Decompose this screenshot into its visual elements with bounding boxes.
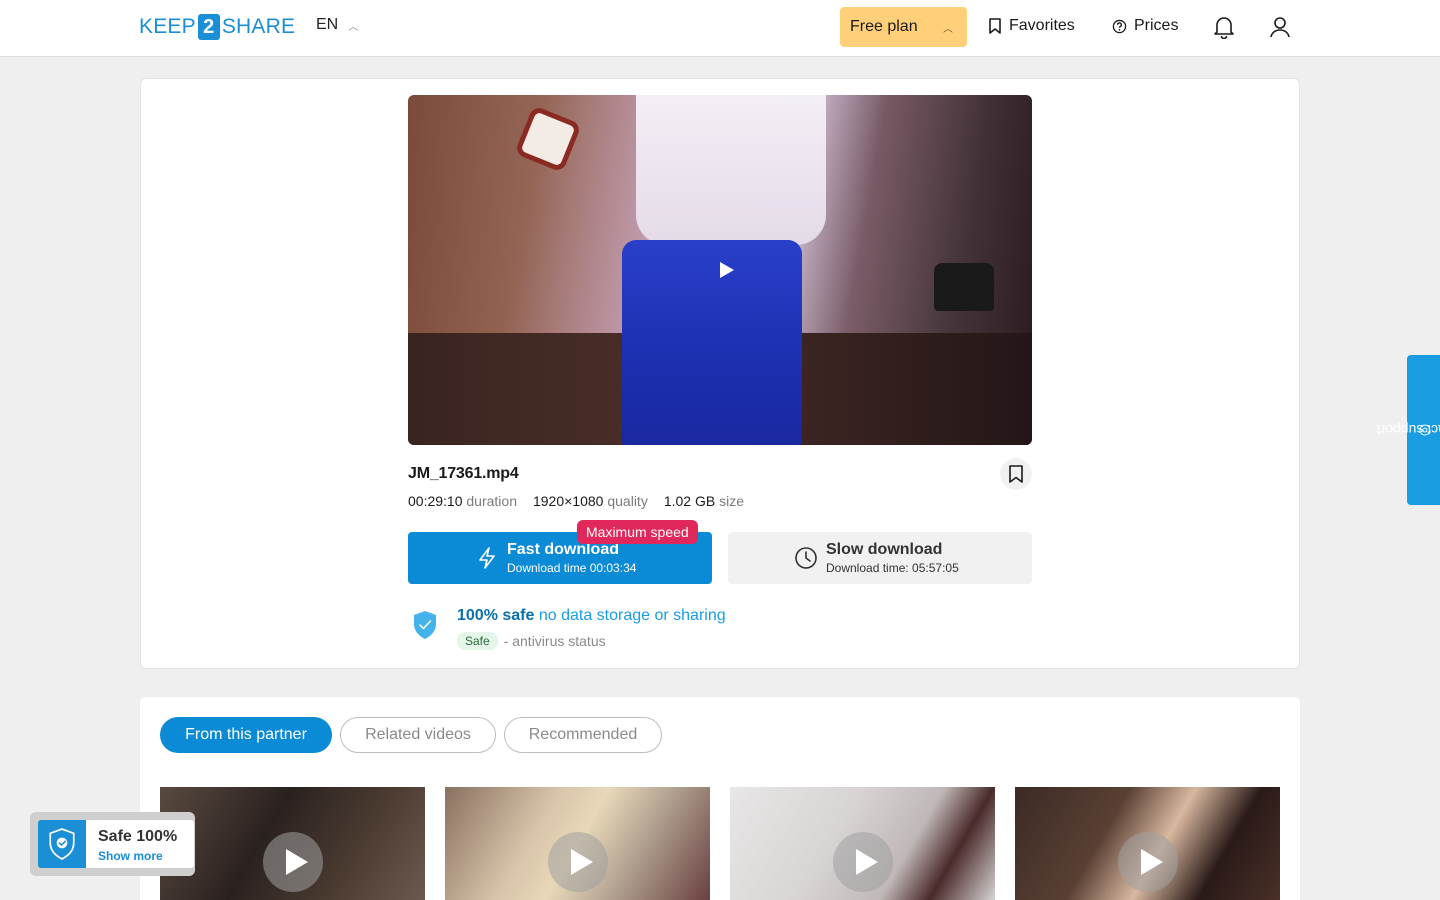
question-circle-icon <box>1112 19 1127 33</box>
slow-download-time: Download time: 05:57:05 <box>826 561 959 575</box>
fast-download-time: Download time 00:03:34 <box>507 561 637 575</box>
size-label: size <box>719 493 744 509</box>
safety-line: 100% safe no data storage or sharing <box>457 607 726 625</box>
slow-download-title: Slow download <box>826 541 943 558</box>
shield-check-icon <box>49 828 75 860</box>
video-thumbnail[interactable] <box>160 787 425 900</box>
quality-value: 1920×1080 <box>532 493 604 509</box>
antivirus-status: Safe - antivirus status <box>457 632 606 650</box>
favorites-link[interactable]: Favorites <box>988 17 1075 35</box>
logo-text-left: KEEP <box>139 15 196 38</box>
add-favorite-button[interactable] <box>1000 458 1032 490</box>
meta-duration: 00:29:10 duration <box>408 493 517 509</box>
slow-download-button[interactable]: Slow download Download time: 05:57:05 <box>728 532 1032 584</box>
file-name: JM_17361.mp4 <box>408 465 519 482</box>
safe-badge[interactable]: Safe 100% Show more <box>30 812 195 876</box>
video-frame-figure-top <box>636 95 826 245</box>
logo-text-right: SHARE <box>221 15 296 38</box>
duration-label: duration <box>466 493 517 509</box>
safety-bold: 100% safe <box>457 607 535 624</box>
prices-label: Prices <box>1134 17 1179 34</box>
video-frame-figure-bottom <box>622 240 802 445</box>
chevron-up-icon: ︿ <box>943 23 953 35</box>
file-meta: 00:29:10 duration 1920×1080 quality 1.02… <box>408 493 744 509</box>
antivirus-label: - antivirus status <box>503 633 606 649</box>
keep2share-logo[interactable]: KEEP 2 SHARE <box>139 14 295 40</box>
play-icon[interactable] <box>548 832 608 892</box>
play-icon[interactable] <box>833 832 893 892</box>
language-label: EN <box>316 16 339 33</box>
show-more-link[interactable]: Show more <box>98 849 163 863</box>
video-frame-lamp <box>934 263 994 311</box>
contact-support-text: contact support <box>1375 422 1440 438</box>
bookmark-icon <box>1009 465 1023 483</box>
video-thumbnail[interactable] <box>445 787 710 900</box>
meta-quality: 1920×1080 quality <box>533 493 648 509</box>
prices-link[interactable]: Prices <box>1112 17 1178 35</box>
safe-tag: Safe <box>457 632 498 650</box>
top-header: KEEP 2 SHARE EN ︿ Free plan ︿ Favorites Pr… <box>0 0 1440 57</box>
favorites-label: Favorites <box>1009 17 1075 34</box>
bookmark-icon <box>989 18 1001 34</box>
play-icon[interactable] <box>1118 832 1178 892</box>
play-icon[interactable] <box>720 262 734 278</box>
video-thumbnail[interactable] <box>730 787 995 900</box>
safe-badge-title: Safe 100% <box>98 828 178 845</box>
contact-support-tab[interactable]: ◎ contact support <box>1376 355 1440 505</box>
video-thumbnail[interactable] <box>1015 787 1280 900</box>
bell-icon[interactable] <box>1213 15 1235 39</box>
logo-text-mid: 2 <box>197 14 220 40</box>
lightning-icon <box>479 547 495 569</box>
meta-size: 1.02 GB size <box>664 493 744 509</box>
size-value: 1.02 GB <box>663 493 716 509</box>
chevron-up-icon: ︿ <box>348 21 359 33</box>
shield-check-icon <box>414 611 436 639</box>
safe-badge-inner: Safe 100% Show more <box>38 820 194 868</box>
tab-recommended[interactable]: Recommended <box>504 717 662 753</box>
safe-badge-icon-box <box>38 820 86 868</box>
safety-text[interactable]: no data storage or sharing <box>539 607 726 624</box>
duration-value: 00:29:10 <box>408 493 463 509</box>
free-plan-button[interactable]: Free plan ︿ <box>840 7 967 47</box>
user-icon[interactable] <box>1269 15 1291 39</box>
free-plan-label: Free plan <box>850 18 918 35</box>
maximum-speed-badge: Maximum speed <box>577 520 698 544</box>
tab-from-this-partner[interactable]: From this partner <box>160 717 332 753</box>
tab-related-videos[interactable]: Related videos <box>340 717 496 753</box>
play-icon[interactable] <box>263 832 323 892</box>
language-selector[interactable]: EN ︿ <box>316 16 358 34</box>
clock-icon <box>795 547 817 569</box>
contact-support-label: ◎ contact support <box>1376 422 1440 438</box>
quality-label: quality <box>607 493 648 509</box>
